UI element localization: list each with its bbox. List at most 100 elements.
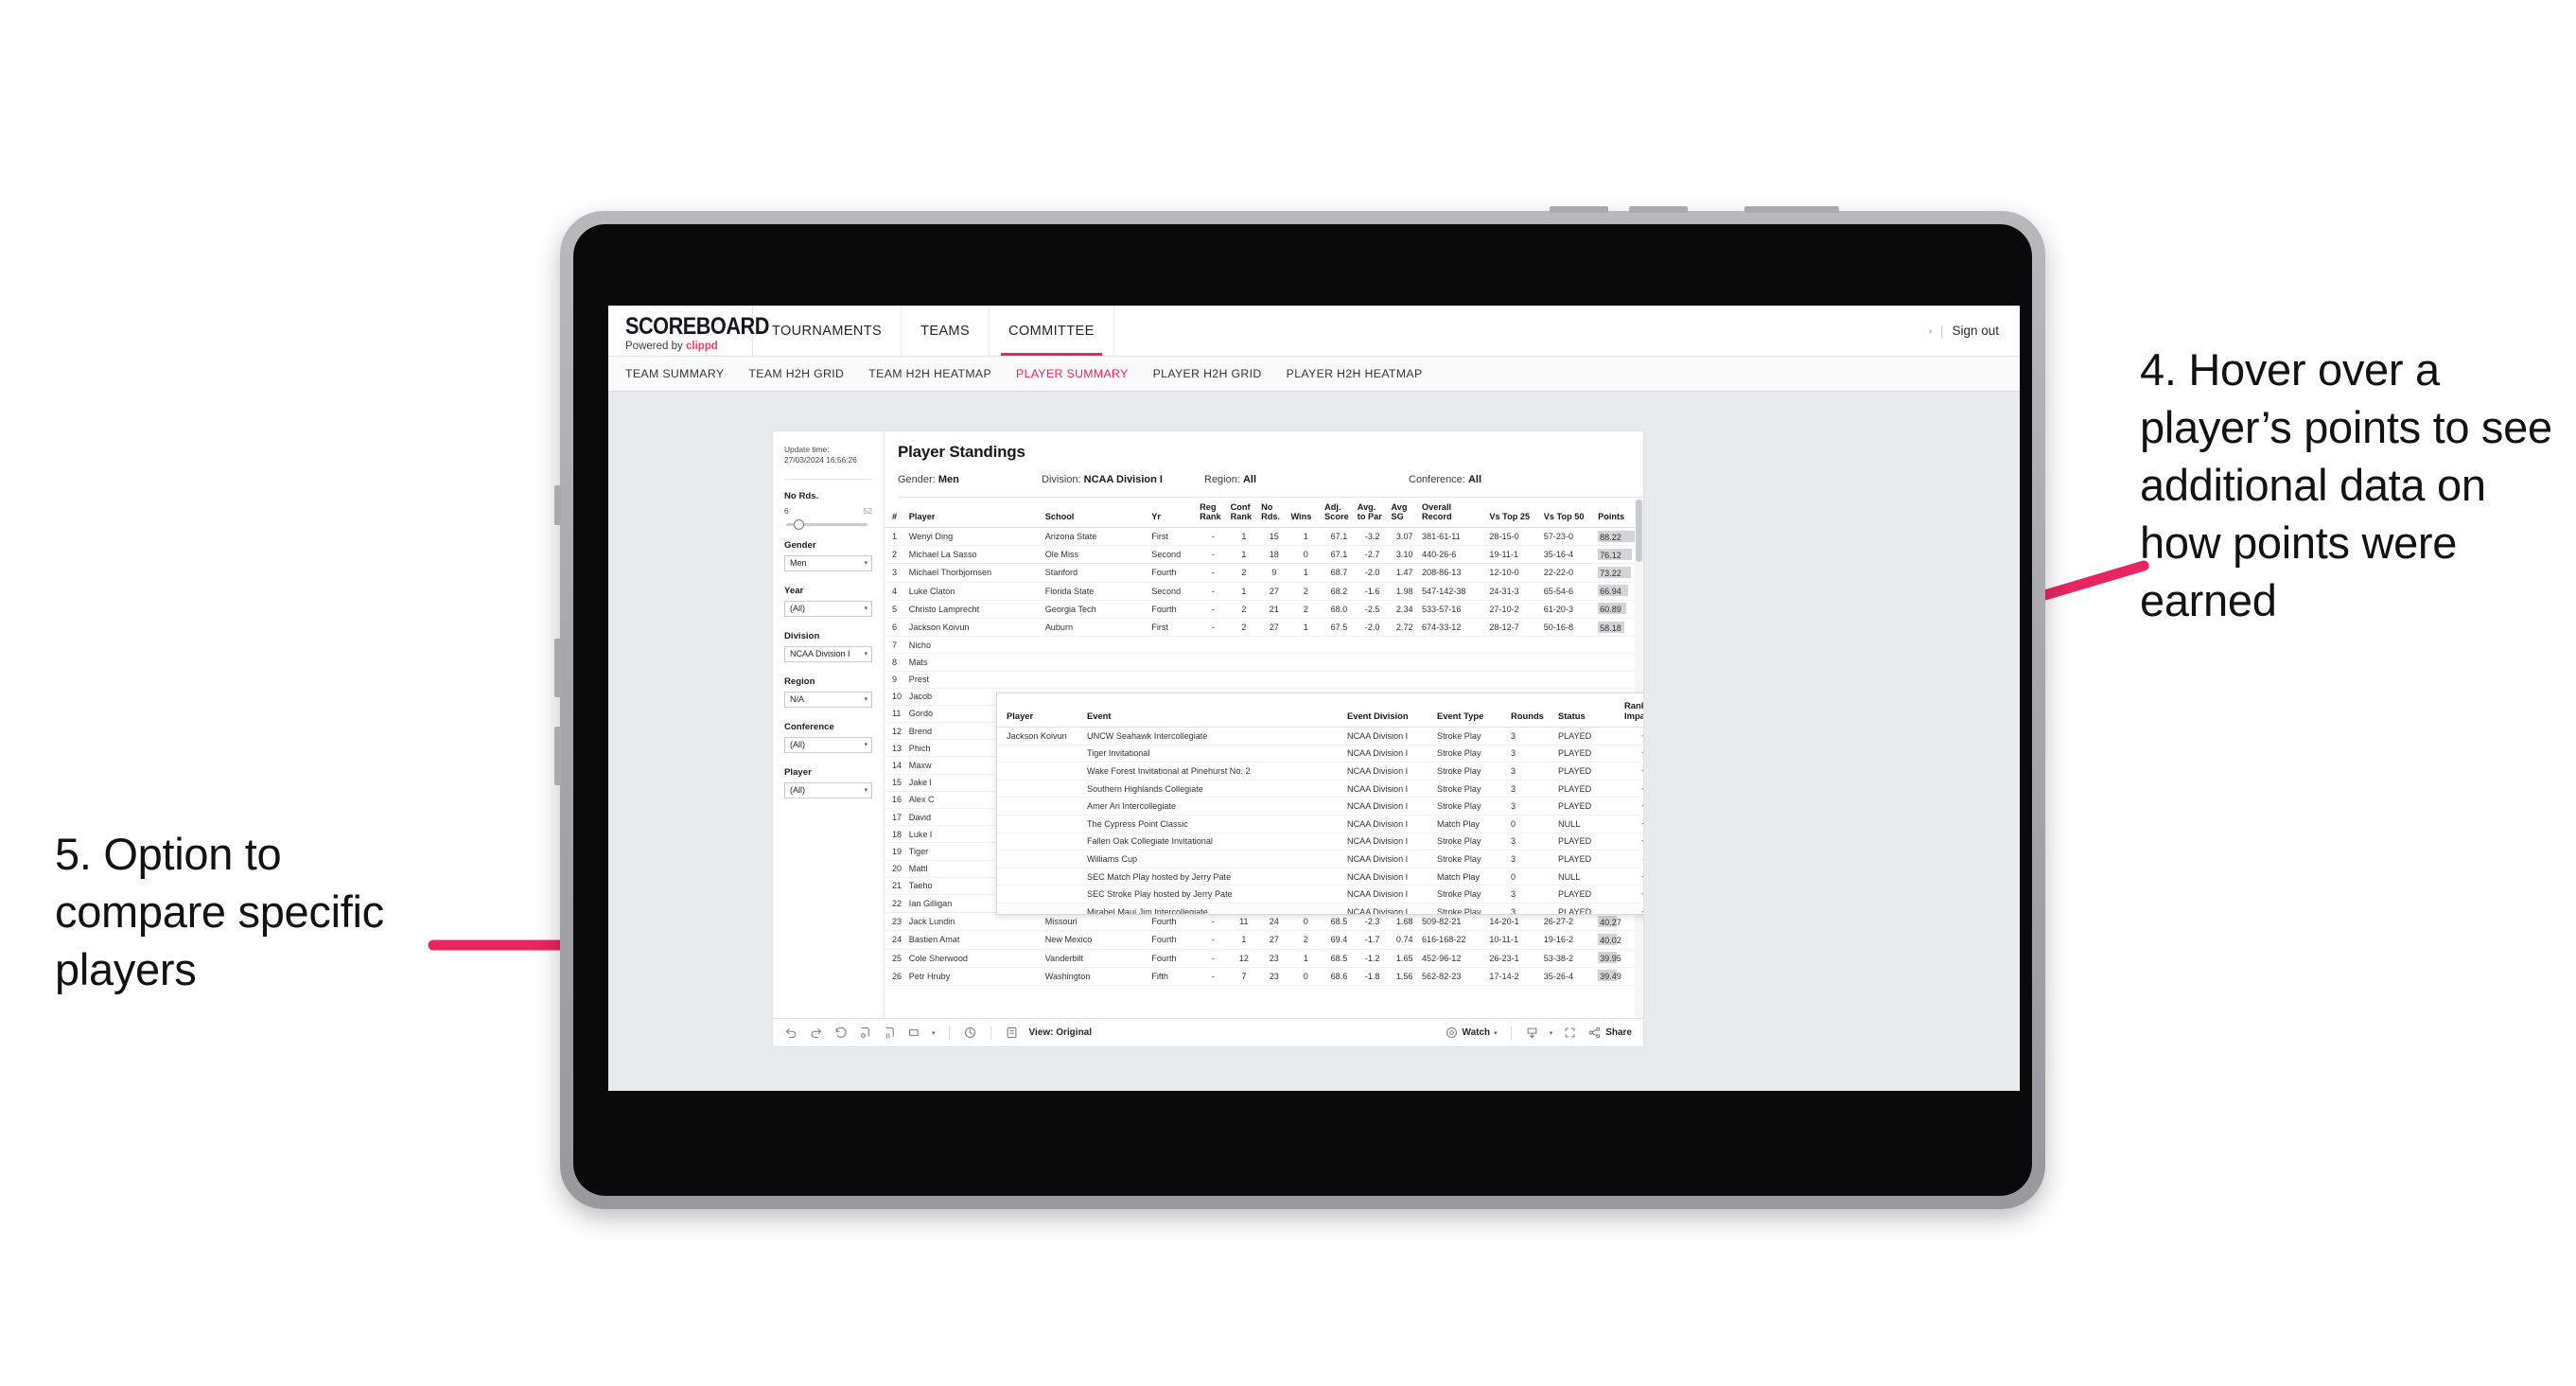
tooltip-cell-rank_impact: - 1 (1621, 850, 1643, 868)
standings-cell-t25 (1487, 636, 1542, 655)
standings-cell-adj (1323, 636, 1356, 655)
table-row[interactable]: 7 Nicho (885, 636, 1643, 655)
tab-team-summary[interactable]: TEAM SUMMARY (625, 367, 724, 380)
standings-cell-reg: - (1198, 912, 1229, 932)
tab-team-h2h-heatmap[interactable]: TEAM H2H HEATMAP (868, 367, 991, 380)
nav-item-tournaments[interactable]: TOURNAMENTS (753, 306, 902, 356)
clock-history-icon[interactable] (963, 1026, 977, 1040)
tooltip-cell-division: NCAA Division I (1344, 868, 1434, 886)
tooltip-cell-event: Fallen Oak Collegiate Invitational (1084, 833, 1344, 851)
nav-item-teams[interactable]: TEAMS (902, 306, 990, 356)
standings-cell-n: 17 (885, 808, 907, 827)
table-row[interactable]: 26 Petr Hruby Washington Fifth -7 23 0 68.6 -1.8… (885, 967, 1643, 986)
table-row[interactable]: 8 Mats (885, 653, 1643, 672)
meta-region-value: All (1242, 474, 1257, 485)
filter-gender-dropdown[interactable]: Men ▾ (784, 554, 872, 571)
tooltip-cell-rounds: 3 (1508, 797, 1555, 816)
standings-scrollbar-thumb[interactable] (1636, 500, 1642, 562)
watch-label: Watch (1462, 1027, 1491, 1038)
standings-col-header[interactable]: Adj. Score (1323, 498, 1356, 528)
standings-col-header[interactable]: Reg Rank (1198, 498, 1229, 528)
view-original-icon[interactable] (1005, 1026, 1019, 1040)
refresh-icon[interactable] (858, 1026, 872, 1040)
standings-col-header[interactable]: Avg. to Par (1355, 498, 1390, 528)
standings-cell-n: 4 (885, 582, 907, 601)
table-row[interactable]: 5 Christo Lamprecht Georgia Tech Fourth -2 21… (885, 600, 1643, 619)
tooltip-row: Fallen Oak Collegiate Invitational NCAA D… (997, 833, 1643, 851)
standings-cell-wins: 0 (1288, 545, 1323, 565)
share-icon (1588, 1026, 1601, 1039)
standings-col-header[interactable]: Player (906, 498, 1043, 528)
undo-icon[interactable] (784, 1026, 798, 1040)
tooltip-cell-rounds: 3 (1508, 903, 1555, 914)
standings-cell-rds: 9 (1259, 563, 1289, 583)
table-row[interactable]: 24 Bastien Amat New Mexico Fourth -1 27 2 69.4-… (885, 930, 1643, 950)
tab-player-h2h-grid[interactable]: PLAYER H2H GRID (1153, 367, 1262, 380)
table-row[interactable]: 3 Michael Thorbjornsen Stanford Fourth -2 9 1 6… (885, 563, 1643, 583)
download-caret-icon[interactable]: ▾ (1550, 1029, 1553, 1037)
standings-col-header[interactable]: Vs Top 25 (1487, 498, 1542, 528)
table-row[interactable]: 23 Jack Lundin Missouri Fourth -11 24 0 68.5 -2.… (885, 912, 1643, 932)
standings-cell-rec: 562-82-23 (1419, 967, 1488, 986)
standings-col-header[interactable]: Vs Top 50 (1541, 498, 1597, 528)
filter-region-dropdown[interactable]: N/A ▾ (784, 691, 872, 708)
standings-cell-wins: 0 (1288, 967, 1323, 986)
device-layout-caret-icon[interactable]: ▾ (932, 1029, 936, 1037)
filter-conference-dropdown[interactable]: (All) ▾ (784, 736, 872, 753)
standings-col-header[interactable]: Yr (1149, 498, 1199, 528)
standings-col-header[interactable]: School (1043, 498, 1150, 528)
standings-cell-sg: 2.34 (1389, 600, 1420, 619)
standings-cell-t25: 12-10-0 (1487, 563, 1542, 583)
standings-header-row: # Player School Yr Reg Rank Conf Rank No Rds. Wins… (885, 498, 1643, 528)
filter-player-dropdown[interactable]: (All) ▾ (784, 781, 872, 798)
sign-out-link[interactable]: Sign out (1952, 324, 1999, 338)
standings-col-header[interactable]: Avg SG (1389, 498, 1420, 528)
download-icon[interactable] (1525, 1026, 1539, 1040)
no-rounds-slider-track[interactable] (786, 518, 867, 530)
table-row[interactable]: 25 Cole Sherwood Vanderbilt Fourth -12 23 1 68.… (885, 949, 1643, 968)
tooltip-cell-rank_impact: + 1 (1621, 780, 1643, 798)
table-row[interactable]: 4 Luke Claton Florida State Second -1 27 2 68.2… (885, 582, 1643, 601)
app-logo[interactable]: SCOREBOARD Powered by clippd (608, 306, 769, 356)
view-original-label[interactable]: View: Original (1029, 1027, 1093, 1038)
standings-col-header[interactable]: Conf Rank (1228, 498, 1260, 528)
table-row[interactable]: 9 Prest (885, 671, 1643, 689)
filter-year-dropdown[interactable]: (All) ▾ (784, 600, 872, 617)
standings-cell-school: Vanderbilt (1043, 949, 1150, 968)
chevron-right-icon[interactable]: › (1929, 326, 1932, 336)
nav-item-committee[interactable]: COMMITTEE (990, 306, 1114, 356)
device-layout-icon[interactable] (907, 1026, 921, 1040)
standings-cell-n: 20 (885, 860, 907, 878)
pause-auto-update-icon[interactable] (883, 1026, 897, 1040)
filter-player-value: (All) (790, 785, 805, 796)
tab-player-h2h-heatmap[interactable]: PLAYER H2H HEATMAP (1287, 367, 1423, 380)
tab-player-summary[interactable]: PLAYER SUMMARY (1016, 367, 1129, 380)
viz-header: Player Standings Gender: Men Division: N… (885, 431, 1643, 498)
table-row[interactable]: 2 Michael La Sasso Ole Miss Second -1 18 0 67.1… (885, 545, 1643, 565)
standings-table-wrapper: # Player School Yr Reg Rank Conf Rank No Rds. Wins… (885, 498, 1643, 1018)
tooltip-cell-rank_impact: + 0 (1621, 797, 1643, 816)
standings-col-header[interactable]: # (885, 498, 907, 528)
filter-division-dropdown[interactable]: NCAA Division I ▾ (784, 645, 872, 662)
standings-col-header[interactable]: No Rds. (1259, 498, 1289, 528)
table-row[interactable]: 6 Jackson Koivun Auburn First -2 27 1 67.5 -2.0 2… (885, 618, 1643, 638)
standings-col-header[interactable]: Overall Record (1419, 498, 1488, 528)
standings-cell-player: Jackson Koivun (906, 618, 1043, 638)
watch-button[interactable]: Watch ▾ (1445, 1026, 1498, 1040)
viz-bottom-toolbar: ▾ View: Original Watch ▾ ▾ Share (773, 1018, 1643, 1046)
revert-icon[interactable] (833, 1026, 848, 1040)
standings-cell-school: Washington (1043, 967, 1150, 986)
redo-icon[interactable] (809, 1026, 823, 1040)
fullscreen-icon[interactable] (1563, 1026, 1577, 1040)
no-rounds-slider-handle[interactable] (794, 518, 804, 530)
tooltip-cell-division: NCAA Division I (1344, 727, 1434, 746)
tab-team-h2h-grid[interactable]: TEAM H2H GRID (748, 367, 844, 380)
standings-cell-reg (1198, 671, 1229, 689)
standings-cell-n: 3 (885, 563, 907, 583)
standings-cell-n: 8 (885, 653, 907, 672)
dashboard-workspace: Update time: 27/03/2024 16:56:26 No Rds.… (608, 392, 2020, 1091)
share-button[interactable]: Share (1587, 1026, 1632, 1040)
tooltip-cell-event: SEC Match Play hosted by Jerry Pate (1084, 868, 1344, 886)
standings-col-header[interactable]: Wins (1288, 498, 1323, 528)
table-row[interactable]: 1 Wenyi Ding Arizona State First -1 15 1 67.1 -3… (885, 527, 1643, 547)
